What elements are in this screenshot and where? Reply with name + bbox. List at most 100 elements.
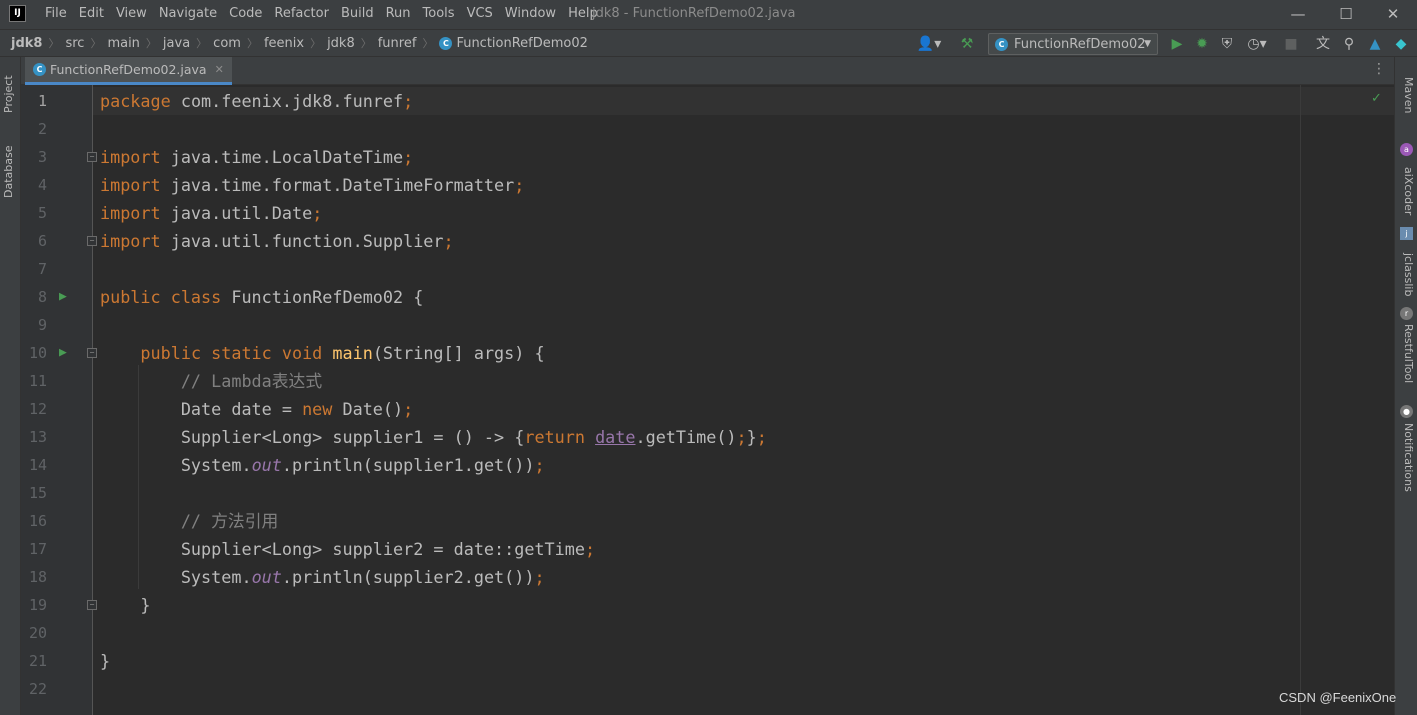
code-line[interactable]: 12 Date date = new Date(); xyxy=(21,395,1394,423)
restfultool-tool-tab[interactable]: RestfulTool xyxy=(1398,323,1415,385)
stop-icon[interactable]: ■ xyxy=(1283,34,1299,54)
code-line[interactable]: 15 xyxy=(21,479,1394,507)
line-number: 13 xyxy=(28,428,47,446)
more-tabs-icon[interactable]: ⋮ xyxy=(1372,61,1386,77)
menu-item-run[interactable]: Run xyxy=(386,6,411,21)
code-line[interactable]: 8 ▶ public class FunctionRefDemo02 { xyxy=(21,283,1394,311)
minimize-icon[interactable]: — xyxy=(1283,3,1313,25)
code-line[interactable]: 20 xyxy=(21,619,1394,647)
project-tool-tab[interactable]: Project xyxy=(2,65,19,123)
maven-tool-label: Maven xyxy=(1402,76,1415,114)
breadcrumb-item[interactable]: main xyxy=(107,36,139,51)
coverage-icon[interactable]: ⛨ xyxy=(1218,34,1236,54)
code-line[interactable]: 10 ▶ − public static void main(String[] ar… xyxy=(21,339,1394,367)
menu-item-edit[interactable]: Edit xyxy=(79,6,104,21)
breadcrumb-item[interactable]: java xyxy=(163,36,190,51)
code-line[interactable]: 3 − import java.time.LocalDateTime; xyxy=(21,143,1394,171)
navigation-bar: jdk8 〉 src 〉 main 〉 java 〉 com 〉 feenix 〉 jdk8 〉 funre… xyxy=(0,29,1417,57)
code-token: System. xyxy=(100,455,252,475)
code-line[interactable]: 21} xyxy=(21,647,1394,675)
menu-item-window[interactable]: Window xyxy=(505,6,556,21)
code-token: ; xyxy=(403,91,414,111)
breadcrumb-item[interactable]: feenix xyxy=(264,36,304,51)
breadcrumb-item[interactable]: com xyxy=(213,36,241,51)
code-token: return xyxy=(524,427,585,447)
code-token: java.util.Date xyxy=(160,203,313,223)
fold-icon[interactable]: − xyxy=(87,348,97,358)
run-gutter-icon[interactable]: ▶ xyxy=(59,339,67,367)
vcs-user-icon[interactable]: 👤▾ xyxy=(916,34,942,54)
code-text: System.out.println(supplier1.get()); xyxy=(100,451,545,479)
code-token: ; xyxy=(403,147,414,167)
restfultool-icon: r xyxy=(1400,307,1413,320)
notifications-tool-label: Notifications xyxy=(1402,422,1415,492)
menu-item-navigate[interactable]: Navigate xyxy=(159,6,217,21)
code-editor[interactable]: 1 package com.feenix.jdk8.funref; 2 3 − impor… xyxy=(21,85,1394,715)
code-line[interactable]: 9 xyxy=(21,311,1394,339)
code-line[interactable]: 22 xyxy=(21,675,1394,703)
maven-tool-tab[interactable]: Maven xyxy=(1398,67,1415,123)
line-number: 3 xyxy=(37,148,47,166)
maximize-icon[interactable]: ☐ xyxy=(1331,3,1361,25)
editor-tab-bar: C FunctionRefDemo02.java ✕ ⋮ xyxy=(21,57,1394,85)
jclasslib-tool-label: jclasslib xyxy=(1402,253,1415,297)
code-line[interactable]: 14 System.out.println(supplier1.get()); xyxy=(21,451,1394,479)
code-line[interactable]: 18 System.out.println(supplier2.get()); xyxy=(21,563,1394,591)
build-hammer-icon[interactable]: ⚒ xyxy=(958,34,976,54)
breadcrumb-item[interactable]: funref xyxy=(378,36,417,51)
run-icon[interactable]: ▶ xyxy=(1168,34,1186,54)
run-gutter-icon[interactable]: ▶ xyxy=(59,283,67,311)
profile-icon[interactable]: ◷▾ xyxy=(1242,34,1272,54)
database-tool-tab[interactable]: Database xyxy=(2,137,19,207)
code-line[interactable]: 5 import java.util.Date; xyxy=(21,199,1394,227)
debug-icon[interactable]: ✹ xyxy=(1193,34,1211,54)
code-token: import xyxy=(100,175,161,195)
breadcrumb-item[interactable]: jdk8 xyxy=(327,36,355,51)
breadcrumb: jdk8 〉 src 〉 main 〉 java 〉 com 〉 feenix 〉 jdk8 〉 funre… xyxy=(11,35,588,51)
tab-function-ref-demo02[interactable]: C FunctionRefDemo02.java ✕ xyxy=(25,57,232,85)
close-window-icon[interactable]: ✕ xyxy=(1378,3,1408,25)
notifications-tool-tab[interactable]: Notifications xyxy=(1398,421,1415,493)
translate-icon[interactable]: 文 xyxy=(1314,34,1332,54)
code-token: ; xyxy=(736,427,747,447)
update-icon[interactable]: ▲ xyxy=(1366,34,1384,54)
right-tool-strip: Maven a aiXcoder j jclasslib r RestfulTo… xyxy=(1394,57,1417,715)
code-line[interactable]: 6 − import java.util.function.Supplier; xyxy=(21,227,1394,255)
code-line[interactable]: 2 xyxy=(21,115,1394,143)
run-configuration-select[interactable]: C FunctionRefDemo02 ▼ xyxy=(988,33,1158,55)
aixcoder-tool-tab[interactable]: aiXcoder xyxy=(1398,161,1415,221)
code-line[interactable]: 16 // 方法引用 xyxy=(21,507,1394,535)
code-line[interactable]: 4 import java.time.format.DateTimeFormatt… xyxy=(21,171,1394,199)
line-number: 12 xyxy=(28,400,47,418)
fold-icon[interactable]: − xyxy=(87,236,97,246)
close-tab-icon[interactable]: ✕ xyxy=(215,63,224,76)
jclasslib-tool-tab[interactable]: jclasslib xyxy=(1398,243,1415,307)
breadcrumb-item[interactable]: src xyxy=(65,36,84,51)
no-problems-check-icon[interactable]: ✓ xyxy=(1371,91,1382,106)
code-line[interactable]: 19 − } xyxy=(21,591,1394,619)
menu-item-view[interactable]: View xyxy=(116,6,147,21)
code-line[interactable]: 7 xyxy=(21,255,1394,283)
menu-item-refactor[interactable]: Refactor xyxy=(274,6,329,21)
menu-item-file[interactable]: File xyxy=(45,6,67,21)
search-icon[interactable]: ⚲ xyxy=(1340,34,1358,54)
code-line[interactable]: 13 Supplier<Long> supplier1 = () -> {ret… xyxy=(21,423,1394,451)
fold-icon[interactable]: − xyxy=(87,152,97,162)
menu-item-tools[interactable]: Tools xyxy=(423,6,455,21)
code-line[interactable]: 1 package com.feenix.jdk8.funref; xyxy=(21,87,1394,115)
code-line[interactable]: 11 // Lambda表达式 xyxy=(21,367,1394,395)
code-text: public class FunctionRefDemo02 { xyxy=(100,283,423,311)
class-icon: C xyxy=(33,63,46,76)
code-text: System.out.println(supplier2.get()); xyxy=(100,563,545,591)
menu-item-build[interactable]: Build xyxy=(341,6,374,21)
breadcrumb-item[interactable]: jdk8 xyxy=(11,36,42,51)
menu-item-code[interactable]: Code xyxy=(229,6,262,21)
plugin-icon[interactable]: ◆ xyxy=(1392,34,1410,54)
menu-item-vcs[interactable]: VCS xyxy=(467,6,493,21)
fold-icon[interactable]: − xyxy=(87,600,97,610)
code-line[interactable]: 17 Supplier<Long> supplier2 = date::getT… xyxy=(21,535,1394,563)
code-token: public static void xyxy=(140,343,323,363)
breadcrumb-item[interactable]: FunctionRefDemo02 xyxy=(456,36,588,51)
